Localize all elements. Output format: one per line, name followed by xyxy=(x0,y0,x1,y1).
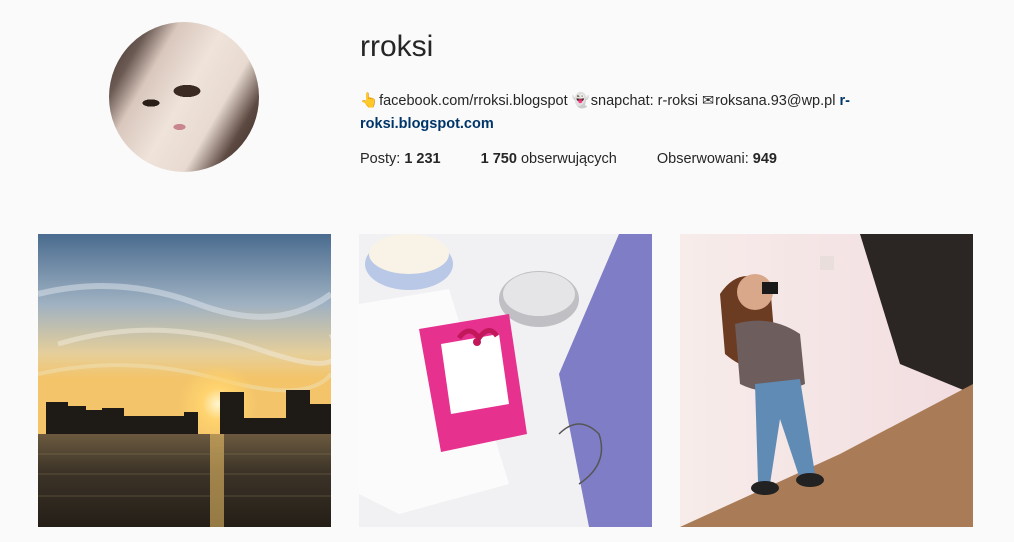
stat-following-value: 949 xyxy=(752,151,777,167)
profile-username: rroksi xyxy=(360,30,434,63)
bio-snapchat: snapchat: r-roksi xyxy=(590,93,698,109)
post-thumbnail-sunset[interactable] xyxy=(38,234,331,527)
stat-posts-label: Posty: xyxy=(360,151,405,167)
stat-following[interactable]: Obserwowani: 949 xyxy=(657,151,777,167)
profile-avatar[interactable] xyxy=(109,22,259,172)
ghost-icon: 👻 xyxy=(571,93,590,109)
pointing-hand-icon: 👆 xyxy=(360,93,379,109)
profile-stats: Posty: 1 231 1 750 obserwujących Obserwo… xyxy=(360,151,817,167)
stat-followers-value: 1 750 xyxy=(480,151,517,167)
candle-gift-photo xyxy=(359,234,652,527)
post-thumbnail-mirror-selfie[interactable] xyxy=(680,234,973,527)
post-thumbnail-candle-gift[interactable] xyxy=(359,234,652,527)
envelope-icon: ✉ xyxy=(701,93,715,109)
stat-following-label: Obserwowani: xyxy=(656,151,753,167)
stat-followers[interactable]: 1 750 obserwujących xyxy=(481,151,617,167)
stat-posts-value: 1 231 xyxy=(404,151,441,167)
sunset-photo xyxy=(38,234,331,527)
stat-followers-label: obserwujących xyxy=(516,151,617,167)
bio-email: roksana.93@wp.pl xyxy=(715,93,836,109)
stat-posts: Posty: 1 231 xyxy=(360,151,441,167)
profile-bio: 👆facebook.com/rroksi.blogspot 👻snapchat:… xyxy=(360,90,940,136)
mirror-selfie-photo xyxy=(680,234,973,527)
bio-facebook: facebook.com/rroksi.blogspot xyxy=(379,93,568,109)
